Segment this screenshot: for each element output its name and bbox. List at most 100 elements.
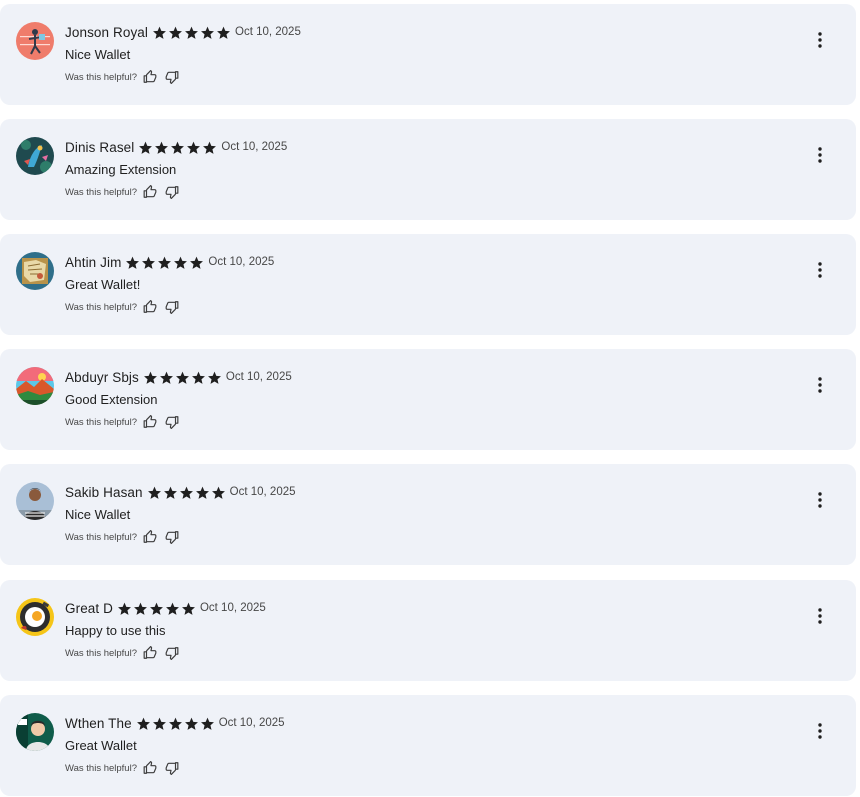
review-text: Nice Wallet — [65, 47, 131, 62]
helpful-row: Was this helpful? — [65, 530, 179, 544]
thumbs-down-icon[interactable] — [165, 185, 179, 199]
helpful-row: Was this helpful? — [65, 300, 179, 314]
star-icon — [175, 370, 190, 385]
review-card: Ahtin Jim Oct 10, 2025 Great Wallet! Was… — [0, 234, 856, 335]
thumbs-down-icon[interactable] — [165, 530, 179, 544]
helpful-label: Was this helpful? — [65, 301, 137, 313]
review-date: Oct 10, 2025 — [221, 141, 288, 153]
star-icon — [186, 140, 201, 155]
reviewer-name: Great D — [65, 600, 113, 616]
star-icon — [159, 370, 174, 385]
star-icon — [152, 716, 167, 731]
helpful-label: Was this helpful? — [65, 647, 137, 659]
review-card: Sakib Hasan Oct 10, 2025 Nice Wallet Was… — [0, 464, 856, 565]
thumbs-down-icon[interactable] — [165, 300, 179, 314]
review-card: Jonson Royal Oct 10, 2025 Nice Wallet Wa… — [0, 4, 856, 105]
star-icon — [200, 716, 215, 731]
thumbs-up-icon[interactable] — [143, 300, 157, 314]
star-icon — [138, 140, 153, 155]
star-icon — [125, 255, 140, 270]
rating-stars — [125, 255, 205, 270]
star-icon — [147, 485, 162, 500]
helpful-label: Was this helpful? — [65, 71, 137, 83]
star-icon — [181, 601, 196, 616]
thumbs-up-icon[interactable] — [143, 70, 157, 84]
user-avatar — [16, 367, 54, 405]
review-date: Oct 10, 2025 — [225, 371, 292, 383]
helpful-row: Was this helpful? — [65, 761, 179, 775]
review-text: Nice Wallet — [65, 507, 131, 522]
star-icon — [170, 140, 185, 155]
helpful-row: Was this helpful? — [65, 185, 179, 199]
rating-stars — [147, 485, 227, 500]
review-date: Oct 10, 2025 — [229, 486, 296, 498]
more-options-icon[interactable] — [808, 488, 832, 512]
star-icon — [143, 370, 158, 385]
star-icon — [133, 601, 148, 616]
more-options-icon[interactable] — [808, 143, 832, 167]
star-icon — [189, 255, 204, 270]
star-icon — [168, 25, 183, 40]
review-text: Great Wallet! — [65, 277, 141, 292]
helpful-label: Was this helpful? — [65, 186, 137, 198]
user-avatar — [16, 137, 54, 175]
thumbs-up-icon[interactable] — [143, 415, 157, 429]
more-options-icon[interactable] — [808, 373, 832, 397]
star-icon — [216, 25, 231, 40]
star-icon — [154, 140, 169, 155]
user-avatar — [16, 482, 54, 520]
review-card: Abduyr Sbjs Oct 10, 2025 Good Extension … — [0, 349, 856, 450]
reviewer-name: Dinis Rasel — [65, 139, 135, 155]
rating-stars — [143, 370, 223, 385]
star-icon — [117, 601, 132, 616]
star-icon — [165, 601, 180, 616]
star-icon — [207, 370, 222, 385]
reviews-list: Jonson Royal Oct 10, 2025 Nice Wallet Wa… — [0, 0, 860, 797]
star-icon — [157, 255, 172, 270]
user-avatar — [16, 713, 54, 751]
star-icon — [195, 485, 210, 500]
thumbs-up-icon[interactable] — [143, 761, 157, 775]
thumbs-up-icon[interactable] — [143, 646, 157, 660]
review-date: Oct 10, 2025 — [199, 602, 266, 614]
thumbs-down-icon[interactable] — [165, 761, 179, 775]
reviewer-name: Jonson Royal — [65, 24, 148, 40]
star-icon — [179, 485, 194, 500]
review-card: Dinis Rasel Oct 10, 2025 Amazing Extensi… — [0, 119, 856, 220]
star-icon — [149, 601, 164, 616]
thumbs-down-icon[interactable] — [165, 70, 179, 84]
star-icon — [184, 25, 199, 40]
star-icon — [168, 716, 183, 731]
more-options-icon[interactable] — [808, 719, 832, 743]
reviewer-name: Ahtin Jim — [65, 254, 122, 270]
review-text: Happy to use this — [65, 623, 166, 638]
helpful-row: Was this helpful? — [65, 646, 179, 660]
user-avatar — [16, 598, 54, 636]
review-card: Great D Oct 10, 2025 Happy to use this W… — [0, 580, 856, 681]
star-icon — [184, 716, 199, 731]
more-options-icon[interactable] — [808, 258, 832, 282]
rating-stars — [117, 601, 197, 616]
review-date: Oct 10, 2025 — [235, 26, 301, 38]
more-options-icon[interactable] — [808, 604, 832, 628]
review-text: Great Wallet — [65, 738, 137, 753]
thumbs-up-icon[interactable] — [143, 530, 157, 544]
thumbs-down-icon[interactable] — [165, 415, 179, 429]
review-card: Wthen The Oct 10, 2025 Great Wallet Was … — [0, 695, 856, 796]
star-icon — [173, 255, 188, 270]
star-icon — [152, 25, 167, 40]
reviewer-name: Abduyr Sbjs — [65, 369, 139, 385]
user-avatar — [16, 252, 54, 290]
thumbs-up-icon[interactable] — [143, 185, 157, 199]
more-options-icon[interactable] — [808, 28, 832, 52]
star-icon — [141, 255, 156, 270]
review-text: Good Extension — [65, 392, 158, 407]
thumbs-down-icon[interactable] — [165, 646, 179, 660]
reviewer-name: Wthen The — [65, 715, 132, 731]
helpful-row: Was this helpful? — [65, 70, 179, 84]
review-date: Oct 10, 2025 — [208, 256, 275, 268]
star-icon — [136, 716, 151, 731]
rating-stars — [136, 716, 216, 731]
helpful-label: Was this helpful? — [65, 531, 137, 543]
helpful-label: Was this helpful? — [65, 762, 137, 774]
